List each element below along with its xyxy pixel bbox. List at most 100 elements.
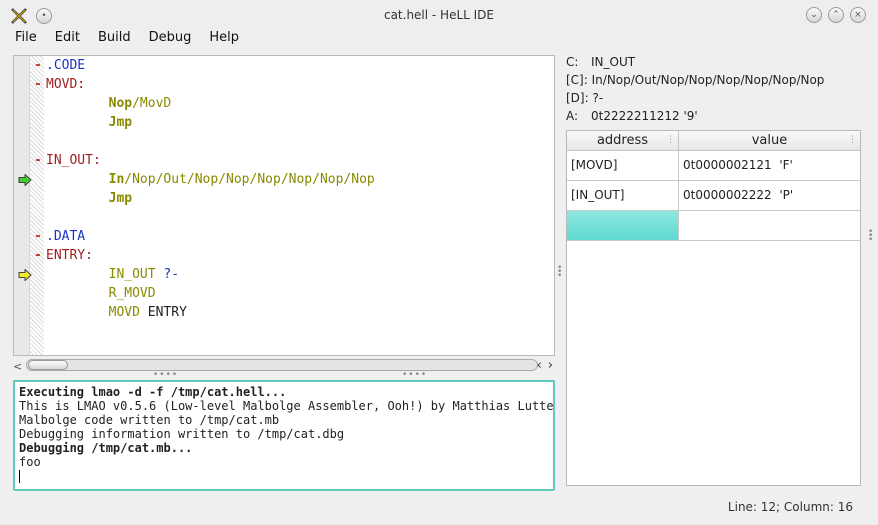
code-token: IN_OUT — [108, 267, 156, 282]
code-text: Jmp — [46, 113, 132, 132]
scroll-thumb[interactable] — [28, 360, 68, 370]
fold-marker-icon[interactable]: - — [34, 56, 42, 75]
code-text: In/Nop/Out/Nop/Nop/Nop/Nop/Nop/Nop — [46, 170, 375, 189]
code-text: R_MOVD — [46, 284, 156, 303]
code-line[interactable]: - .CODE — [14, 56, 554, 75]
fold-marker-icon[interactable]: - — [34, 75, 42, 94]
code-line[interactable]: Jmp — [14, 189, 554, 208]
menu-edit[interactable]: Edit — [46, 28, 89, 48]
code-line[interactable]: Nop/MovD — [14, 94, 554, 113]
window-title: cat.hell - HeLL IDE — [383, 8, 495, 22]
console-line: foo — [19, 455, 41, 469]
code-line[interactable]: - ENTRY: — [14, 246, 554, 265]
table-row-new[interactable] — [567, 211, 860, 241]
code-token: R_MOVD — [108, 286, 156, 301]
code-token: .DATA — [46, 229, 86, 244]
console-output[interactable]: Executing lmao -d -f /tmp/cat.hell... Thi… — [13, 380, 555, 491]
console-line: Debugging /tmp/cat.mb... — [19, 441, 193, 455]
title-bar: • cat.hell - HeLL IDE ⌄ ⌃ × — [0, 0, 878, 30]
cell-address[interactable]: [MOVD] — [567, 151, 679, 180]
console-line: This is LMAO v0.5.6 (Low-level Malbolge … — [19, 399, 555, 413]
cell-address[interactable]: [IN_OUT] — [567, 181, 679, 210]
code-text: Nop/MovD — [46, 94, 172, 113]
code-line[interactable]: MOVD ENTRY — [14, 303, 554, 322]
menu-file[interactable]: File — [6, 28, 46, 48]
console-input-line[interactable] — [19, 469, 549, 483]
code-token: /Nop/Out/Nop/Nop/Nop/Nop/Nop/Nop — [124, 172, 375, 187]
table-header: address ⋮ value ⋮ — [567, 131, 860, 151]
code-text: .CODE — [46, 56, 85, 75]
scroll-track[interactable] — [26, 359, 538, 371]
code-token: MOVD: — [46, 77, 86, 92]
vertical-splitter-handle[interactable]: • • • — [557, 264, 562, 281]
menu-build[interactable]: Build — [89, 28, 140, 48]
minimize-icon[interactable]: ⌄ — [806, 7, 822, 23]
scroll-right-arrow-icon[interactable]: › — [548, 358, 553, 373]
column-resize-icon[interactable]: ⋮ — [666, 131, 675, 150]
code-token: MOVD — [108, 305, 140, 320]
new-address-cell[interactable] — [567, 211, 679, 240]
code-token: .CODE — [46, 58, 86, 73]
code-text: IN_OUT: — [46, 151, 101, 170]
code-token: Jmp — [108, 191, 133, 206]
fold-marker-icon[interactable]: - — [34, 227, 42, 246]
fold-marker-icon[interactable]: - — [34, 151, 42, 170]
console-line: Debugging information written to /tmp/ca… — [19, 427, 345, 441]
code-token: IN_OUT: — [46, 153, 101, 168]
code-line[interactable]: R_MOVD — [14, 284, 554, 303]
cell-value: 0t0000002121 'F' — [683, 158, 793, 172]
fold-marker-icon[interactable]: - — [34, 246, 42, 265]
console-line: Malbolge code written to /tmp/cat.mb — [19, 413, 280, 427]
register-c: C: IN_OUT — [566, 55, 636, 69]
code-text: MOVD: — [46, 75, 85, 94]
code-line[interactable]: - MOVD: — [14, 75, 554, 94]
column-header-address[interactable]: address ⋮ — [567, 131, 679, 150]
code-line[interactable]: IN_OUT ?- — [14, 265, 554, 284]
splitter-handle[interactable]: •••• — [153, 370, 178, 380]
register-a: A: 0t2222211212 '9' — [566, 109, 698, 123]
right-edge-handle[interactable]: • • • — [868, 228, 873, 245]
code-line[interactable] — [14, 208, 554, 227]
code-editor[interactable]: - .CODE - MOVD: Nop/MovD Jmp - IN_OUT: In/Nop… — [13, 55, 555, 356]
menu-debug[interactable]: Debug — [140, 28, 201, 48]
code-text: .DATA — [46, 227, 85, 246]
cell-value: 0t0000002222 'P' — [683, 188, 794, 202]
scroll-left-arrow-icon[interactable]: ‹ — [537, 358, 542, 373]
code-text: ENTRY: — [46, 246, 93, 265]
code-line[interactable]: Jmp — [14, 113, 554, 132]
maximize-icon[interactable]: ⌃ — [828, 7, 844, 23]
new-value-cell — [679, 211, 860, 240]
code-text: Jmp — [46, 189, 132, 208]
code-line[interactable]: In/Nop/Out/Nop/Nop/Nop/Nop/Nop/Nop — [14, 170, 554, 189]
table-row[interactable]: [MOVD] 0t0000002121 'F' — [567, 151, 860, 181]
console-line: Executing lmao -d -f /tmp/cat.hell... — [19, 385, 287, 399]
table-row[interactable]: [IN_OUT] 0t0000002222 'P' — [567, 181, 860, 211]
code-token: ENTRY: — [46, 248, 93, 263]
menu-bar: File Edit Build Debug Help — [6, 28, 248, 48]
splitter-handle[interactable]: •••• — [402, 370, 427, 380]
code-text: MOVD ENTRY — [46, 303, 187, 322]
code-line[interactable] — [14, 132, 554, 151]
scroll-left-icon[interactable]: < — [13, 360, 22, 373]
text-cursor — [19, 470, 20, 483]
code-token: In — [108, 172, 125, 187]
data-pointer-arrow-icon — [18, 269, 32, 281]
watch-table[interactable]: address ⋮ value ⋮ [MOVD] 0t0000002121 'F… — [566, 130, 861, 486]
code-token: ?- — [155, 267, 180, 282]
editor-horizontal-scrollbar[interactable]: < ‹ › — [13, 358, 555, 373]
code-line[interactable]: - .DATA — [14, 227, 554, 246]
register-d-mem: [D]: ?- — [566, 91, 604, 105]
column-resize-icon[interactable]: ⋮ — [848, 131, 857, 150]
cursor-position-status: Line: 12; Column: 16 — [727, 500, 853, 514]
code-line[interactable]: - IN_OUT: — [14, 151, 554, 170]
column-header-value[interactable]: value ⋮ — [679, 131, 860, 150]
menu-help[interactable]: Help — [200, 28, 248, 48]
close-icon[interactable]: × — [850, 7, 866, 23]
